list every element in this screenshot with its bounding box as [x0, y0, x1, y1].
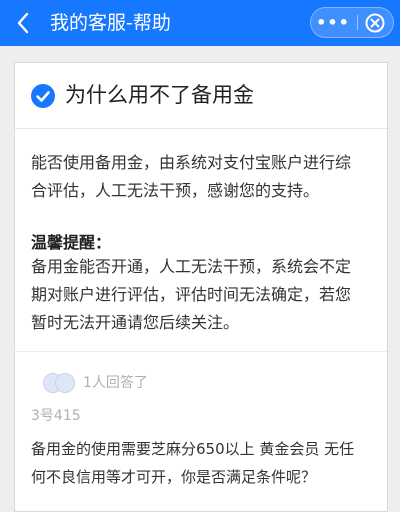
reply-line: 何不良信用等才可开，你是否满足条件呢？: [31, 468, 317, 486]
answer-line: 合评估，人工无法干预，感谢您的支持。: [31, 181, 320, 200]
close-circle-icon: [365, 13, 385, 33]
top-bar: 我的客服-帮助 •••: [0, 0, 400, 46]
answer-text: 能否使用备用金，由系统对支付宝账户进行综 合评估，人工无法干预，感谢您的支持。: [31, 149, 381, 205]
reply-line: 备用金的使用需要芝麻分650以上 黄金会员 无任: [31, 440, 355, 458]
mini-program-capsule: •••: [310, 7, 394, 38]
reply-user-name: 3号415: [31, 408, 81, 424]
avatar: [55, 373, 75, 393]
answer-line: 能否使用备用金，由系统对支付宝账户进行综: [31, 153, 352, 172]
close-button[interactable]: [363, 11, 387, 35]
more-button[interactable]: •••: [311, 8, 355, 37]
reply-avatars: [43, 373, 85, 393]
question-header: 为什么用不了备用金: [15, 63, 387, 129]
question-title: 为什么用不了备用金: [65, 83, 254, 107]
chevron-left-icon: [17, 12, 29, 34]
check-circle-icon: [31, 84, 55, 108]
help-card: 为什么用不了备用金 能否使用备用金，由系统对支付宝账户进行综 合评估，人工无法干…: [14, 62, 388, 512]
tip-line: 期对账户进行评估，评估时间无法确定，若您: [31, 285, 352, 304]
tip-body: 备用金能否开通，人工无法干预，系统会不定 期对账户进行评估，评估时间无法确定，若…: [31, 253, 379, 337]
reply-count[interactable]: 1人回答了: [83, 372, 148, 392]
reply-text: 备用金的使用需要芝麻分650以上 黄金会员 无任 何不良信用等才可开，你是否满足…: [31, 435, 379, 491]
tip-line: 备用金能否开通，人工无法干预，系统会不定: [31, 257, 352, 276]
capsule-divider: [357, 15, 358, 30]
more-dots-icon: •••: [316, 13, 350, 32]
tip-line: 暂时无法开通请您后续关注。: [31, 313, 240, 332]
page-title: 我的客服-帮助: [50, 12, 171, 34]
back-button[interactable]: [8, 8, 38, 38]
divider: [15, 351, 387, 352]
